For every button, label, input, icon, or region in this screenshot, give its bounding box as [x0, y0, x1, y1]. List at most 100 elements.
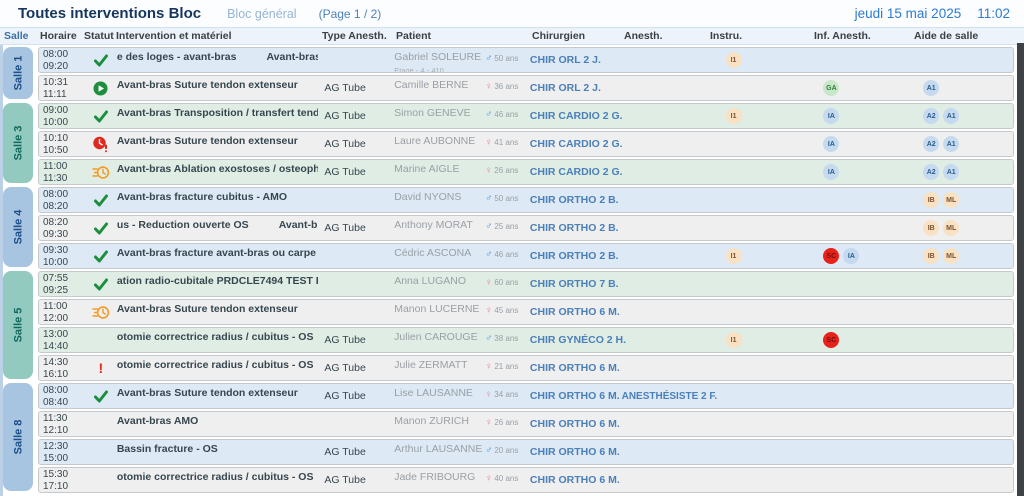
staff-badge-a1[interactable]: A1 [923, 80, 939, 96]
intervention-row[interactable]: 13:00 14:40 otomie correctrice radius / … [38, 327, 1014, 353]
anesth-cell [622, 104, 706, 128]
staff-badge-i1[interactable]: I1 [726, 332, 742, 348]
staff-badge-ia[interactable]: IA [823, 136, 839, 152]
staff-badge-ia[interactable]: IA [843, 248, 859, 264]
intervention-cell: Avant-bras Ablation exostoses / osteophy… [117, 160, 319, 184]
patient-name: Arthur LAUSANNE [394, 444, 485, 455]
patient-name: Camille BERNE [394, 80, 485, 91]
patient-name-block: Anna LUGANO [394, 276, 485, 296]
salle-tab[interactable]: Salle 4 [3, 187, 33, 267]
start-time: 08:20 [43, 217, 85, 229]
patient-name-block: Marine AIGLE [394, 164, 485, 184]
staff-badge-ia[interactable]: IA [823, 108, 839, 124]
staff-badge-sc[interactable]: SC [823, 332, 839, 348]
intervention-row[interactable]: 12:30 15:00 Bassin fracture - OS AG Tube… [38, 439, 1014, 465]
intervention-cell: Avant-bras Suture tendon extenseur [117, 76, 319, 100]
col-aide-de-salle[interactable]: Aide de salle [902, 30, 1014, 42]
intervention-row[interactable]: 09:00 10:00 Avant-bras Transposition / t… [38, 103, 1014, 129]
patient-name: Gabriel SOLEURE [394, 52, 485, 63]
col-anesth[interactable]: Anesth. [622, 30, 706, 42]
staff-badge-a2[interactable]: A2 [923, 164, 939, 180]
intervention-row[interactable]: 11:00 12:00 Avant-bras Suture tendon ext… [38, 299, 1014, 325]
patient-cell: Cédric ASCONA ♂46 ans [394, 244, 530, 268]
patient-cell: Simon GENEVE ♂46 ans [394, 104, 530, 128]
staff-badge-a1[interactable]: A1 [943, 108, 959, 124]
col-type-anesth[interactable]: Type Anesth. [318, 30, 394, 42]
status-done-icon [85, 188, 117, 212]
intervention-row[interactable]: 08:20 09:30 us - Reduction ouverte OS Av… [38, 215, 1014, 241]
anesth-cell [622, 48, 706, 72]
col-salle[interactable]: Salle [0, 30, 38, 42]
intervention-row[interactable]: 14:30 16:10 ! otomie correctrice radius … [38, 355, 1014, 381]
col-patient[interactable]: Patient [394, 30, 530, 42]
intervention-row[interactable]: 07:55 09:25 ation radio-cubitale PRDCLE7… [38, 271, 1014, 297]
end-time: 11:30 [43, 173, 85, 185]
intervention-row[interactable]: 11:30 12:10 Avant-bras AMO Manon ZURICH … [38, 411, 1014, 437]
intervention-row[interactable]: 09:30 10:00 Avant-bras fracture avant-br… [38, 243, 1014, 269]
inf-anesth-cell [797, 468, 901, 492]
start-time: 08:00 [43, 49, 85, 61]
intervention-row[interactable]: 10:10 10:50 Avant-bras Suture tendon ext… [38, 131, 1014, 157]
female-icon: ♀ [485, 417, 492, 428]
patient-meta: ♀45 ans [485, 304, 518, 324]
col-intervention[interactable]: Intervention et matériel [116, 30, 318, 42]
staff-badge-ml[interactable]: ML [943, 220, 959, 236]
intervention-row[interactable]: 08:00 09:20 e des loges - avant-bras Ava… [38, 47, 1014, 73]
instru-cell [706, 188, 798, 212]
staff-badge-sc[interactable]: SC [823, 248, 839, 264]
salle-tab[interactable]: Salle 8 [3, 383, 33, 491]
staff-badge-a2[interactable]: A2 [923, 136, 939, 152]
patient-age: 21 ans [494, 362, 518, 371]
staff-badge-ia[interactable]: IA [823, 164, 839, 180]
intervention-label: Avant-bras Ablation exostoses / osteophy… [117, 163, 319, 184]
patient-age: 26 ans [494, 418, 518, 427]
staff-badge-a2[interactable]: A2 [923, 108, 939, 124]
type-anesth-cell [318, 48, 394, 72]
patient-name-block: Lise LAUSANNE [394, 388, 485, 408]
staff-badge-i1[interactable]: I1 [726, 108, 742, 124]
start-time: 10:31 [43, 77, 85, 89]
aide-de-salle-cell [901, 384, 1013, 408]
staff-badge-a1[interactable]: A1 [943, 136, 959, 152]
patient-name-block: Gabriel SOLEURE Etage - 4 - 410 [394, 52, 485, 72]
salle-rows: 08:00 08:40 Avant-bras Suture tendon ext… [38, 383, 1024, 493]
tab-bloc-general[interactable]: Bloc général [227, 7, 297, 21]
staff-badge-i1[interactable]: I1 [726, 52, 742, 68]
intervention-cell: Avant-bras fracture avant-bras ou carpe … [117, 244, 319, 268]
patient-cell: David NYONS ♂50 ans [394, 188, 530, 212]
intervention-label: Avant-bras Suture tendon extenseur [117, 79, 298, 100]
patient-cell: Anthony MORAT ♂25 ans [394, 216, 530, 240]
vertical-scrollbar[interactable] [1017, 43, 1024, 496]
staff-badge-ml[interactable]: ML [943, 192, 959, 208]
type-anesth-cell [318, 244, 394, 268]
intervention-label: Bassin fracture - OS [117, 443, 218, 464]
intervention-row[interactable]: 10:31 11:11 Avant-bras Suture tendon ext… [38, 75, 1014, 101]
staff-badge-ga[interactable]: GA [823, 80, 839, 96]
end-time: 08:40 [43, 397, 85, 409]
salle-tab[interactable]: Salle 1 [3, 47, 33, 99]
col-statut[interactable]: Statut [84, 30, 116, 42]
staff-badge-ib[interactable]: IB [923, 220, 939, 236]
staff-badge-ib[interactable]: IB [923, 248, 939, 264]
intervention-row[interactable]: 08:00 08:40 Avant-bras Suture tendon ext… [38, 383, 1014, 409]
patient-age: 60 ans [494, 278, 518, 287]
intervention-row[interactable]: 08:00 08:20 Avant-bras fracture cubitus … [38, 187, 1014, 213]
patient-cell: Julien CAROUGE ♂38 ans [394, 328, 530, 352]
staff-badge-ml[interactable]: ML [943, 248, 959, 264]
col-instru[interactable]: Instru. [706, 30, 798, 42]
intervention-label: Avant-bras fracture cubitus - AMO [117, 191, 287, 212]
intervention-row[interactable]: 11:00 11:30 Avant-bras Ablation exostose… [38, 159, 1014, 185]
patient-age: 46 ans [494, 250, 518, 259]
col-chirurgien[interactable]: Chirurgien [530, 30, 622, 42]
salle-tab[interactable]: Salle 5 [3, 271, 33, 379]
staff-badge-i1[interactable]: I1 [726, 248, 742, 264]
intervention-label: e des loges - avant-bras [117, 51, 237, 72]
intervention-row[interactable]: 15:30 17:10 otomie correctrice radius / … [38, 467, 1014, 493]
groups-container: Salle 1 08:00 09:20 e des loges - avant-… [0, 47, 1024, 493]
col-inf-anesth[interactable]: Inf. Anesth. [798, 30, 902, 42]
col-horaire[interactable]: Horaire [38, 30, 84, 42]
salle-group: Salle 8 08:00 08:40 Avant-bras Suture te… [0, 383, 1024, 493]
salle-tab[interactable]: Salle 3 [3, 103, 33, 183]
staff-badge-a1[interactable]: A1 [943, 164, 959, 180]
staff-badge-ib[interactable]: IB [923, 192, 939, 208]
